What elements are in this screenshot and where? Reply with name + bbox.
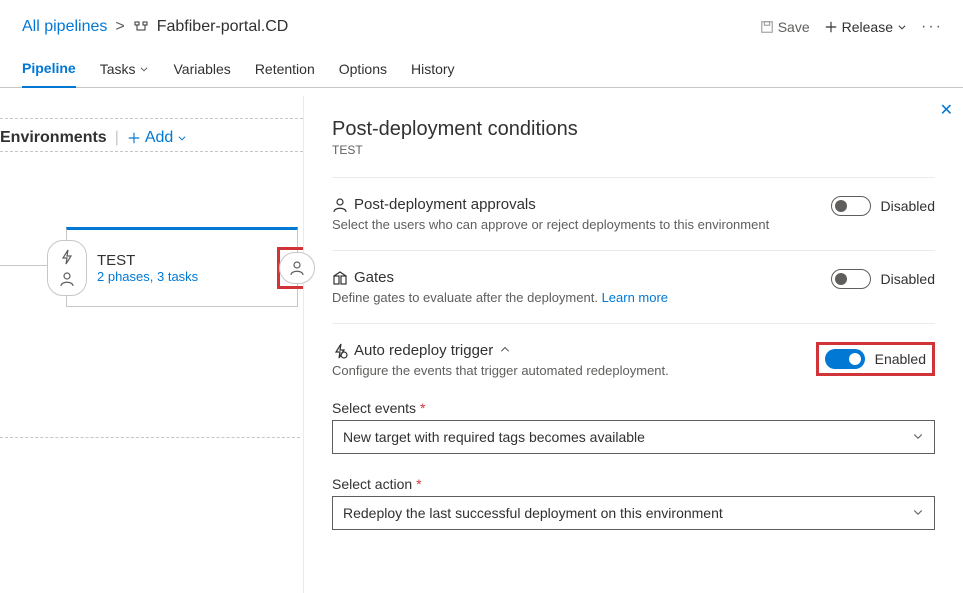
- trigger-icon: [332, 343, 348, 359]
- action-select[interactable]: Redeploy the last successful deployment …: [332, 496, 935, 530]
- tab-tasks[interactable]: Tasks: [100, 52, 150, 87]
- approvals-toggle[interactable]: [831, 196, 871, 216]
- gates-desc: Define gates to evaluate after the deplo…: [332, 290, 602, 305]
- plus-icon: [824, 20, 838, 34]
- action-label: Select action: [332, 476, 412, 492]
- redeploy-toggle-state: Enabled: [875, 351, 926, 367]
- pipeline-icon: [133, 19, 149, 35]
- events-label: Select events: [332, 400, 416, 416]
- tab-options[interactable]: Options: [339, 52, 387, 87]
- tab-history[interactable]: History: [411, 52, 455, 87]
- chevron-down-icon: [139, 64, 149, 74]
- gates-title: Gates: [354, 269, 394, 286]
- person-icon: [289, 260, 305, 276]
- chevron-down-icon: [912, 505, 924, 521]
- add-environment-button[interactable]: Add: [127, 129, 187, 147]
- approvals-toggle-state: Disabled: [881, 198, 935, 214]
- highlight-redeploy-toggle: Enabled: [816, 342, 935, 376]
- add-environment-label: Add: [145, 129, 173, 147]
- release-button[interactable]: Release: [824, 19, 907, 35]
- events-value: New target with required tags becomes av…: [343, 429, 645, 445]
- stage-card[interactable]: TEST 2 phases, 3 tasks: [66, 227, 298, 307]
- tab-pipeline[interactable]: Pipeline: [22, 52, 76, 88]
- overflow-menu-button[interactable]: ···: [921, 18, 943, 36]
- redeploy-desc: Configure the events that trigger automa…: [332, 363, 669, 378]
- tab-variables[interactable]: Variables: [173, 52, 230, 87]
- environments-heading: Environments: [0, 129, 107, 147]
- person-icon: [59, 271, 75, 287]
- person-icon: [332, 197, 348, 213]
- divider: [0, 437, 300, 438]
- gates-learn-more-link[interactable]: Learn more: [602, 290, 668, 305]
- tabs: Pipeline Tasks Variables Retention Optio…: [0, 46, 963, 88]
- approvals-title: Post-deployment approvals: [354, 196, 536, 213]
- action-value: Redeploy the last successful deployment …: [343, 505, 723, 521]
- close-panel-button[interactable]: ✕: [940, 100, 953, 120]
- post-deployment-conditions-panel: ✕ Post-deployment conditions TEST Post-d…: [303, 96, 963, 593]
- plus-icon: [127, 131, 141, 145]
- save-icon: [760, 20, 774, 34]
- events-select[interactable]: New target with required tags becomes av…: [332, 420, 935, 454]
- save-label: Save: [778, 19, 810, 35]
- breadcrumb-root[interactable]: All pipelines: [22, 18, 107, 36]
- approvals-desc: Select the users who can approve or reje…: [332, 217, 769, 232]
- stage-tasks-link[interactable]: 2 phases, 3 tasks: [97, 269, 279, 284]
- required-marker: *: [416, 476, 421, 492]
- chevron-down-icon: [897, 22, 907, 32]
- gates-toggle[interactable]: [831, 269, 871, 289]
- redeploy-title: Auto redeploy trigger: [354, 342, 493, 359]
- breadcrumb-current: Fabfiber-portal.CD: [157, 18, 289, 36]
- divider: |: [115, 129, 119, 147]
- panel-subtitle: TEST: [332, 143, 935, 157]
- breadcrumb: All pipelines > Fabfiber-portal.CD: [22, 18, 288, 36]
- chevron-down-icon: [177, 133, 187, 143]
- stage-name: TEST: [97, 252, 279, 269]
- panel-title: Post-deployment conditions: [332, 118, 935, 141]
- gates-toggle-state: Disabled: [881, 271, 935, 287]
- pre-deployment-conditions-button[interactable]: [47, 240, 87, 296]
- chevron-down-icon: [912, 429, 924, 445]
- release-label: Release: [842, 19, 893, 35]
- breadcrumb-separator: >: [115, 18, 124, 36]
- required-marker: *: [420, 400, 425, 416]
- collapse-icon[interactable]: [499, 342, 511, 359]
- post-deployment-conditions-button[interactable]: [279, 252, 315, 284]
- save-button[interactable]: Save: [760, 19, 810, 35]
- gates-icon: [332, 270, 348, 286]
- tab-tasks-label: Tasks: [100, 61, 136, 77]
- redeploy-toggle[interactable]: [825, 349, 865, 369]
- tab-retention[interactable]: Retention: [255, 52, 315, 87]
- trigger-icon: [59, 249, 75, 265]
